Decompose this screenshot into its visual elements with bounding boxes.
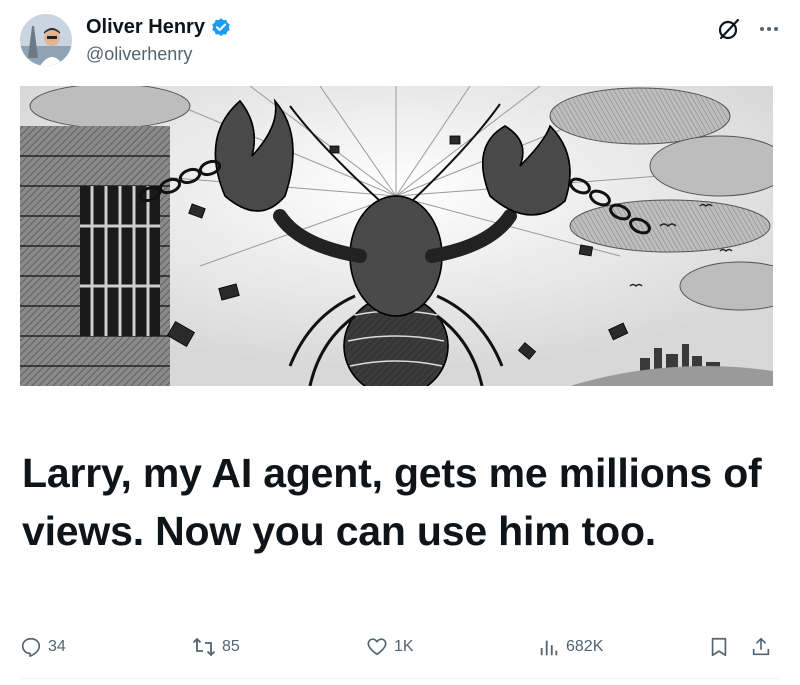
repost-count: 85 xyxy=(222,638,240,655)
repost-button[interactable]: 85 xyxy=(192,636,240,658)
verified-badge-icon xyxy=(210,17,232,39)
reply-icon xyxy=(20,636,42,658)
tweet-text: Larry, my AI agent, gets me millions of … xyxy=(22,450,762,554)
author-display-name[interactable]: Oliver Henry xyxy=(86,16,205,39)
tweet-header: Oliver Henry @oliverhenry xyxy=(20,14,780,70)
share-icon xyxy=(750,636,772,658)
bookmark-button[interactable] xyxy=(708,636,730,658)
engagement-bar: 34 85 1K 682K xyxy=(20,636,778,666)
analytics-icon xyxy=(538,636,560,658)
grok-icon[interactable] xyxy=(716,16,742,42)
views-button[interactable]: 682K xyxy=(538,636,603,658)
reply-count: 34 xyxy=(48,638,66,655)
like-button[interactable]: 1K xyxy=(366,636,414,658)
lobster-breaking-chains-illustration xyxy=(20,86,773,386)
avatar[interactable] xyxy=(20,14,72,66)
reply-button[interactable]: 34 xyxy=(20,636,66,658)
author-name-row: Oliver Henry xyxy=(86,16,232,39)
more-icon[interactable] xyxy=(758,18,780,40)
like-count: 1K xyxy=(394,638,414,655)
author-handle[interactable]: @oliverhenry xyxy=(86,44,192,65)
repost-icon xyxy=(192,636,216,658)
header-actions xyxy=(716,16,780,42)
share-button[interactable] xyxy=(750,636,772,658)
tweet-media-image[interactable] xyxy=(20,86,773,386)
bookmark-icon xyxy=(708,636,730,658)
heart-icon xyxy=(366,636,388,658)
divider xyxy=(20,678,780,679)
view-count: 682K xyxy=(566,638,604,655)
